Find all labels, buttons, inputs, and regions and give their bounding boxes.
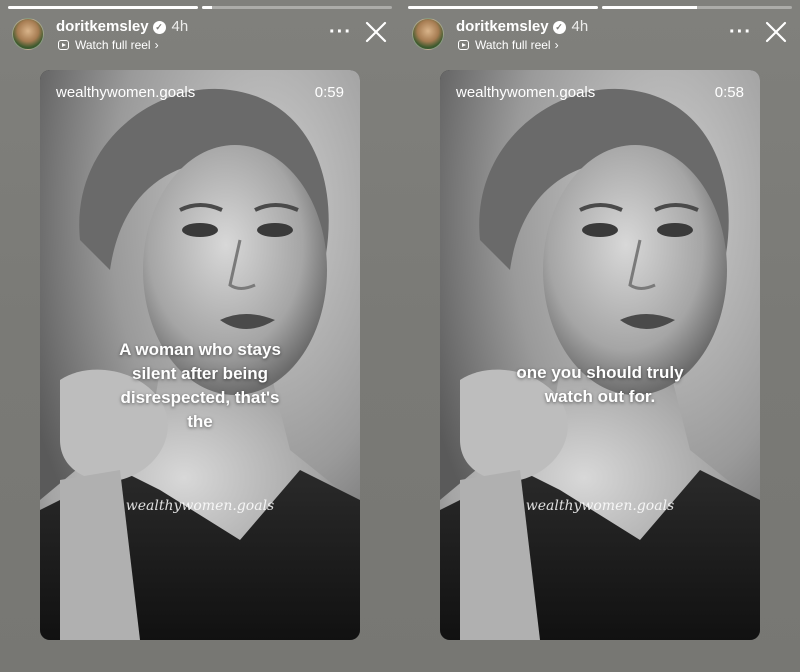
reel-duration: 0:59	[314, 84, 344, 101]
reel-duration: 0:58	[714, 84, 744, 101]
watch-full-reel-link[interactable]: Watch full reel ›	[58, 38, 159, 52]
close-icon[interactable]	[364, 20, 388, 44]
watch-full-reel-label: Watch full reel	[475, 38, 551, 52]
caption-line: one you should truly	[516, 363, 684, 382]
progress-segment	[408, 6, 598, 9]
progress-bar	[408, 6, 792, 9]
verified-badge-icon: ✓	[152, 21, 166, 34]
username[interactable]: doritkemsley	[456, 18, 549, 35]
reel-caption: A woman who stays silent after being dis…	[60, 338, 340, 434]
story-panel-2[interactable]: doritkemsley✓ 4h Watch full reel › ···	[400, 0, 800, 672]
progress-segment	[8, 6, 198, 9]
caption-line: silent after being	[131, 364, 269, 383]
post-time: 4h	[571, 18, 589, 35]
reel-icon	[458, 40, 469, 50]
close-icon[interactable]	[764, 20, 788, 44]
progress-bar	[8, 6, 392, 9]
chevron-right-icon: ›	[154, 38, 159, 52]
progress-segment	[202, 6, 392, 9]
caption-line: A woman who stays	[119, 340, 281, 359]
watch-full-reel-link[interactable]: Watch full reel ›	[458, 38, 559, 52]
progress-segment	[602, 6, 792, 9]
username[interactable]: doritkemsley	[56, 18, 149, 35]
story-viewer: doritkemsley✓4h Watch full reel › ···	[0, 0, 800, 672]
reel-icon	[58, 40, 69, 50]
reel-handle[interactable]: wealthywomen.goals	[456, 84, 595, 101]
portrait-photo	[440, 70, 760, 640]
story-header: doritkemsley ✓ 4h Watch full reel › ···	[12, 16, 388, 56]
caption-line: watch out for.	[544, 387, 656, 406]
story-header: doritkemsley ✓ 4h Watch full reel › ···	[412, 16, 788, 56]
verified-badge-icon: ✓	[552, 21, 566, 34]
caption-line: disrespected, that's	[120, 388, 280, 407]
avatar[interactable]	[412, 18, 444, 50]
avatar[interactable]	[12, 18, 44, 50]
reel-preview[interactable]: wealthywomen.goals 0:59 A woman who stay…	[40, 70, 360, 640]
watch-full-reel-label: Watch full reel	[75, 38, 151, 52]
caption-line: the	[187, 412, 213, 431]
story-panel-1[interactable]: doritkemsley✓ 4h Watch full reel › ···	[0, 0, 400, 672]
watermark: wealthywomen.goals	[125, 498, 275, 514]
more-icon[interactable]: ···	[729, 22, 752, 42]
post-time: 4h	[171, 18, 189, 35]
more-icon[interactable]: ···	[329, 22, 352, 42]
reel-preview[interactable]: wealthywomen.goals 0:58 one you should t…	[440, 70, 760, 640]
chevron-right-icon: ›	[554, 38, 559, 52]
watermark: wealthywomen.goals	[525, 498, 675, 514]
reel-handle[interactable]: wealthywomen.goals	[56, 84, 195, 101]
reel-caption: one you should truly watch out for.	[460, 361, 740, 409]
